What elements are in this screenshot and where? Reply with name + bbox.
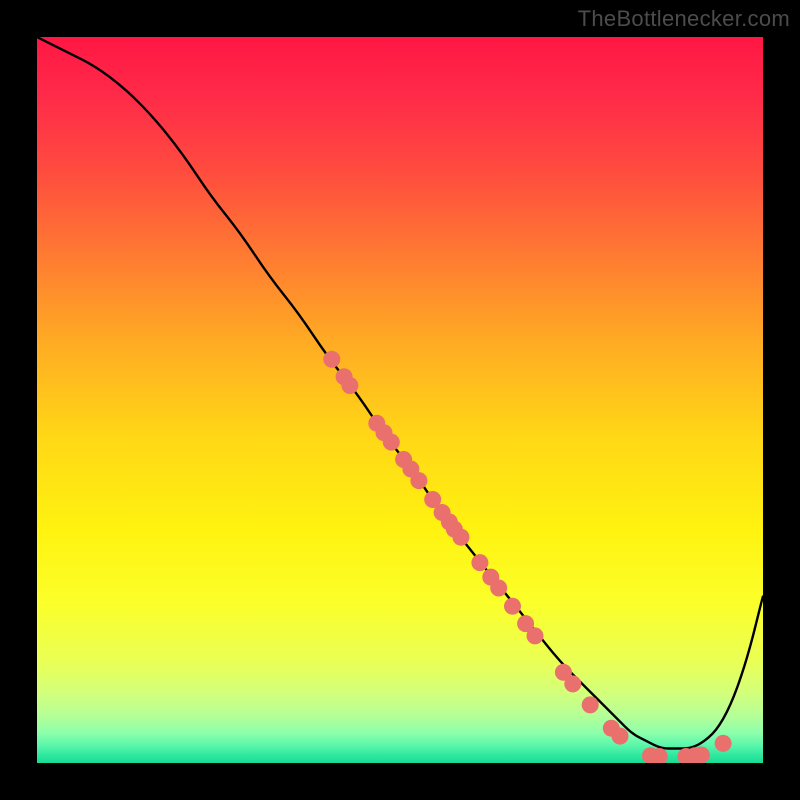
curve-marker [527,627,544,644]
curve-markers [323,351,731,763]
curve-layer [37,37,763,763]
plot-area [37,37,763,763]
curve-marker [504,598,521,615]
curve-marker [490,580,507,597]
curve-marker [410,472,427,489]
curve-marker [715,735,732,752]
curve-marker [564,675,581,692]
figure-stage: TheBottlenecker.com [0,0,800,800]
curve-marker [453,529,470,546]
curve-marker [323,351,340,368]
curve-marker [471,554,488,571]
curve-marker [582,696,599,713]
curve-marker [693,747,710,764]
bottleneck-curve [37,37,763,749]
curve-marker [341,377,358,394]
curve-marker [383,434,400,451]
curve-marker [612,728,629,745]
credit-watermark: TheBottlenecker.com [578,6,790,32]
